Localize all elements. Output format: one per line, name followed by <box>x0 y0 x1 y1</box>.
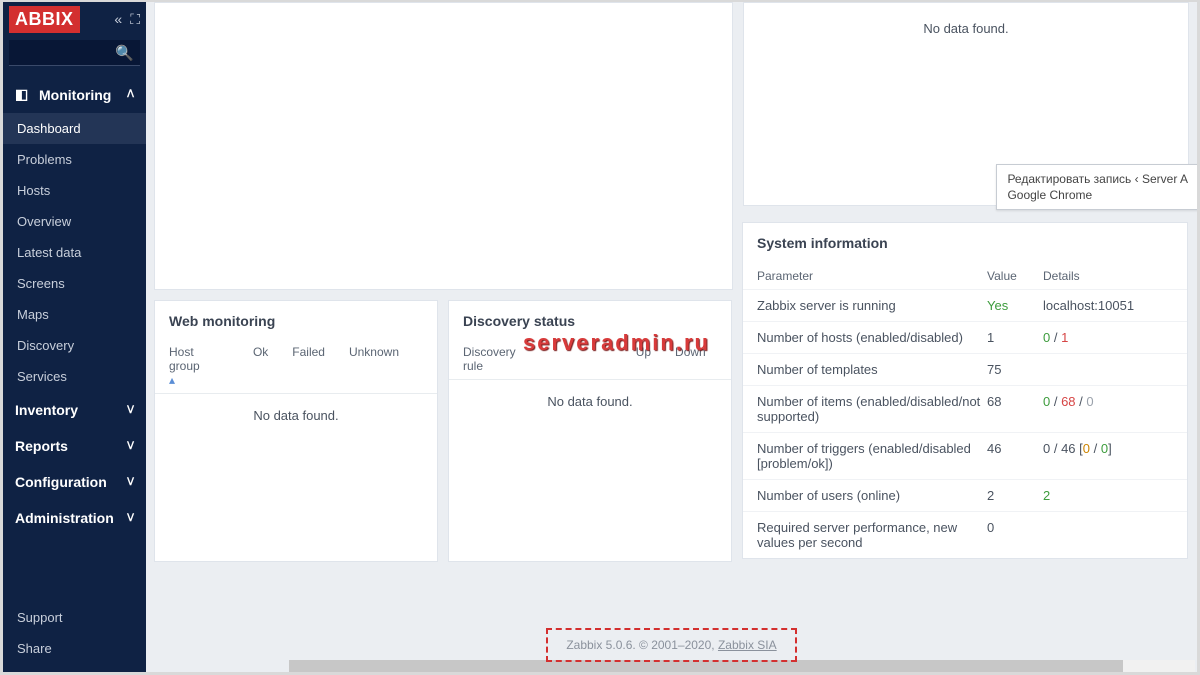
footer: Zabbix 5.0.6. © 2001–2020, Zabbix SIA <box>146 628 1197 662</box>
col-failed[interactable]: Failed <box>292 345 325 387</box>
param-cell: Number of items (enabled/disabled/not su… <box>757 394 987 424</box>
value-cell: 75 <box>987 362 1043 377</box>
sysinfo-row: Number of templates75 <box>743 353 1187 385</box>
sysinfo-row: Number of hosts (enabled/disabled)10 / 1 <box>743 321 1187 353</box>
nav-label: Monitoring <box>39 87 111 103</box>
chevron-down-icon: ᐯ <box>127 405 134 416</box>
chevron-down-icon: ᐯ <box>127 441 134 452</box>
logo-row: ABBIX « ⛶ <box>3 2 146 36</box>
col-hostgroup[interactable]: Host group ▴ <box>169 345 229 387</box>
panel-title: System information <box>743 223 1187 261</box>
col-ok[interactable]: Ok <box>253 345 268 387</box>
col-down[interactable]: Down <box>675 345 706 373</box>
nav-section-inventory[interactable]: Inventory ᐯ <box>3 392 146 428</box>
col-up[interactable]: Up <box>636 345 651 373</box>
sysinfo-row: Number of users (online)22 <box>743 479 1187 511</box>
sidebar-item-latest-data[interactable]: Latest data <box>3 237 146 268</box>
col-unknown[interactable]: Unknown <box>349 345 399 387</box>
no-data-text: No data found. <box>744 3 1188 54</box>
panel-web-monitoring: Web monitoring Host group ▴ Ok Failed Un… <box>154 300 438 562</box>
details-cell: 0 / 46 [0 / 0] <box>1043 441 1173 471</box>
details-cell: localhost:10051 <box>1043 298 1173 313</box>
value-cell: 0 <box>987 520 1043 550</box>
sort-asc-icon: ▴ <box>169 373 175 387</box>
sidebar-item-discovery[interactable]: Discovery <box>3 330 146 361</box>
col-parameter: Parameter <box>757 269 987 283</box>
panel-system-information: System information Parameter Value Detai… <box>742 222 1188 559</box>
col-rule[interactable]: Discovery rule <box>463 345 516 373</box>
sysinfo-row: Number of triggers (enabled/disabled [pr… <box>743 432 1187 479</box>
chevron-up-icon: ᐱ <box>127 89 134 100</box>
param-cell: Number of triggers (enabled/disabled [pr… <box>757 441 987 471</box>
sidebar-item-hosts[interactable]: Hosts <box>3 175 146 206</box>
disc-columns: Discovery rule Up Down <box>449 339 731 380</box>
nav-section-monitoring[interactable]: ◧ Monitoring ᐱ <box>3 76 146 113</box>
param-cell: Number of hosts (enabled/disabled) <box>757 330 987 345</box>
footer-box: Zabbix 5.0.6. © 2001–2020, Zabbix SIA <box>546 628 796 662</box>
sidebar-item-maps[interactable]: Maps <box>3 299 146 330</box>
details-cell <box>1043 520 1173 550</box>
details-cell: 0 / 1 <box>1043 330 1173 345</box>
sidebar-item-overview[interactable]: Overview <box>3 206 146 237</box>
chevron-down-icon: ᐯ <box>127 477 134 488</box>
param-cell: Number of users (online) <box>757 488 987 503</box>
nav-support[interactable]: Support <box>3 602 146 633</box>
details-cell: 0 / 68 / 0 <box>1043 394 1173 424</box>
panel-title: Web monitoring <box>155 301 437 339</box>
sidebar-item-dashboard[interactable]: Dashboard <box>3 113 146 144</box>
search-input[interactable] <box>9 40 140 66</box>
no-data-text: No data found. <box>155 394 437 437</box>
chevron-down-icon: ᐯ <box>127 513 134 524</box>
sysinfo-row: Zabbix server is runningYeslocalhost:100… <box>743 289 1187 321</box>
col-details: Details <box>1043 269 1173 283</box>
details-cell: 2 <box>1043 488 1173 503</box>
collapse-icon[interactable]: « <box>114 11 122 28</box>
sysinfo-row: Required server performance, new values … <box>743 511 1187 558</box>
panel-top-left <box>154 2 733 290</box>
browser-tooltip: Редактировать запись ‹ Server A Google C… <box>996 164 1197 210</box>
sysinfo-header: Parameter Value Details <box>743 261 1187 289</box>
monitor-icon: ◧ <box>15 86 29 103</box>
nav-label: Configuration <box>15 474 107 490</box>
nav-label: Administration <box>15 510 114 526</box>
sidebar-item-problems[interactable]: Problems <box>3 144 146 175</box>
nav-label: Inventory <box>15 402 78 418</box>
tooltip-line: Google Chrome <box>1007 187 1188 203</box>
sidebar-item-screens[interactable]: Screens <box>3 268 146 299</box>
nav-section-reports[interactable]: Reports ᐯ <box>3 428 146 464</box>
main-content: No data found. Web monitoring Host group… <box>146 2 1197 672</box>
param-cell: Zabbix server is running <box>757 298 987 313</box>
details-cell <box>1043 362 1173 377</box>
footer-text: Zabbix 5.0.6. © 2001–2020, <box>566 638 718 652</box>
panel-title: Discovery status <box>449 301 731 339</box>
value-cell: 1 <box>987 330 1043 345</box>
value-cell: 2 <box>987 488 1043 503</box>
nav-section-configuration[interactable]: Configuration ᐯ <box>3 464 146 500</box>
sidebar-item-services[interactable]: Services <box>3 361 146 392</box>
value-cell: 68 <box>987 394 1043 424</box>
zabbix-logo[interactable]: ABBIX <box>9 6 80 33</box>
col-value: Value <box>987 269 1043 283</box>
footer-link[interactable]: Zabbix SIA <box>718 638 777 652</box>
sidebar: ABBIX « ⛶ 🔍 ◧ Monitoring ᐱ DashboardProb… <box>3 2 146 672</box>
tooltip-line: Редактировать запись ‹ Server A <box>1007 171 1188 187</box>
no-data-text: No data found. <box>449 380 731 423</box>
web-columns: Host group ▴ Ok Failed Unknown <box>155 339 437 394</box>
nav-label: Reports <box>15 438 68 454</box>
param-cell: Number of templates <box>757 362 987 377</box>
param-cell: Required server performance, new values … <box>757 520 987 550</box>
value-cell: 46 <box>987 441 1043 471</box>
panel-discovery-status: Discovery status Discovery rule Up Down … <box>448 300 732 562</box>
nav-share[interactable]: Share <box>3 633 146 664</box>
nav-section-administration[interactable]: Administration ᐯ <box>3 500 146 536</box>
value-cell: Yes <box>987 298 1043 313</box>
sysinfo-row: Number of items (enabled/disabled/not su… <box>743 385 1187 432</box>
fullscreen-icon[interactable]: ⛶ <box>130 11 140 28</box>
